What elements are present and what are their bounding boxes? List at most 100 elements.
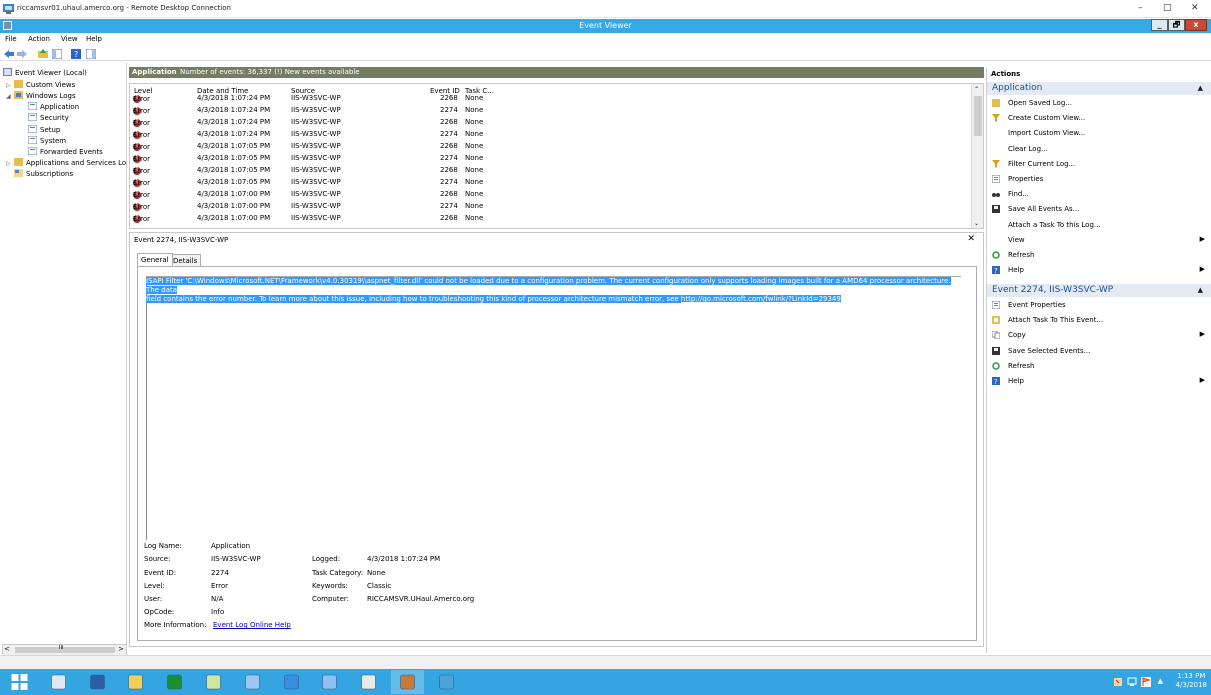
scroll-left-icon[interactable]: < bbox=[4, 645, 10, 653]
menu-view[interactable]: View bbox=[61, 35, 78, 43]
taskbar-components-button[interactable] bbox=[430, 670, 463, 694]
table-row[interactable]: Error4/3/2018 1:07:24 PMIIS-W3SVC-WP2274… bbox=[130, 105, 968, 117]
scroll-down-icon[interactable]: ⌄ bbox=[974, 220, 979, 227]
expand-arrow-icon[interactable]: ▷ bbox=[6, 160, 12, 167]
table-row[interactable]: Error4/3/2018 1:07:00 PMIIS-W3SVC-WP2274… bbox=[130, 201, 968, 213]
taskbar-powershell-button[interactable] bbox=[81, 670, 114, 694]
folder-up-icon[interactable] bbox=[38, 49, 48, 59]
actions-section-event[interactable]: Event 2274, IIS-W3SVC-WP ▲ bbox=[987, 284, 1211, 297]
table-row[interactable]: Error4/3/2018 1:07:24 PMIIS-W3SVC-WP2268… bbox=[130, 117, 968, 129]
collapse-arrow-icon[interactable]: ◢ bbox=[6, 93, 12, 100]
row-source: IIS-W3SVC-WP bbox=[291, 166, 341, 174]
taskbar-ie-button[interactable] bbox=[275, 670, 308, 694]
action-refresh[interactable]: Refresh bbox=[987, 249, 1211, 263]
tree-item-windows-logs[interactable]: ◢ Windows Logs bbox=[6, 91, 76, 102]
row-date-time: 4/3/2018 1:07:00 PM bbox=[197, 202, 271, 210]
actions-section-application[interactable]: Application ▲ bbox=[987, 82, 1211, 95]
scroll-thumb[interactable] bbox=[974, 96, 982, 136]
expand-arrow-icon[interactable]: ▷ bbox=[6, 82, 12, 89]
rdc-maximize-button[interactable]: □ bbox=[1163, 3, 1172, 13]
action-attach-task-to-this-event[interactable]: Attach Task To This Event... bbox=[987, 314, 1211, 328]
subscriptions-icon bbox=[14, 169, 23, 177]
scroll-thumb[interactable]: III bbox=[15, 645, 115, 653]
taskbar-file-explorer-button[interactable] bbox=[119, 670, 152, 694]
action-center-flag-icon[interactable] bbox=[1141, 677, 1151, 687]
action-open-saved-log[interactable]: Open Saved Log... bbox=[987, 97, 1211, 111]
taskbar-server-manager-button[interactable] bbox=[42, 670, 75, 694]
tree-item-setup[interactable]: Setup bbox=[28, 125, 60, 136]
tree-item-subscriptions[interactable]: Subscriptions bbox=[14, 169, 73, 180]
action-find[interactable]: Find... bbox=[987, 188, 1211, 202]
action-help[interactable]: ? Help ▶ bbox=[987, 375, 1211, 389]
taskbar-remote-desktop-button[interactable] bbox=[236, 670, 269, 694]
maximize-button[interactable]: 🗗 bbox=[1168, 19, 1185, 31]
action-save-selected-events[interactable]: Save Selected Events... bbox=[987, 345, 1211, 359]
tree-item-application[interactable]: Application bbox=[28, 102, 79, 113]
taskbar-start-button[interactable] bbox=[3, 670, 36, 694]
action-import-custom-view[interactable]: Import Custom View... bbox=[987, 127, 1211, 141]
event-list[interactable]: Level Date and Time Source Event ID Task… bbox=[129, 83, 984, 229]
tray-chevron-icon[interactable]: ▲ bbox=[1158, 677, 1163, 685]
table-row[interactable]: Error4/3/2018 1:07:24 PMIIS-W3SVC-WP2268… bbox=[130, 93, 968, 105]
action-attach-a-task-to-this-log[interactable]: Attach a Task To this Log... bbox=[987, 219, 1211, 233]
collapse-icon[interactable]: ▲ bbox=[1198, 284, 1203, 297]
forward-arrow-icon[interactable] bbox=[17, 49, 27, 59]
event-message-link[interactable]: http://go.microsoft.com/fwlink/?LinkId=2… bbox=[680, 295, 841, 303]
minimize-button[interactable]: _ bbox=[1151, 19, 1168, 31]
tree-item-system[interactable]: System bbox=[28, 136, 66, 147]
row-source: IIS-W3SVC-WP bbox=[291, 130, 341, 138]
action-filter-current-log[interactable]: Filter Current Log... bbox=[987, 158, 1211, 172]
table-row[interactable]: Error4/3/2018 1:07:05 PMIIS-W3SVC-WP2268… bbox=[130, 165, 968, 177]
task-icon bbox=[992, 316, 1000, 325]
tree-item-custom-views[interactable]: ▷ Custom Views bbox=[6, 80, 75, 91]
tab-general[interactable]: General bbox=[137, 253, 173, 266]
collapse-icon[interactable]: ▲ bbox=[1198, 82, 1203, 95]
network-tray-icon[interactable] bbox=[1127, 677, 1137, 687]
table-row[interactable]: Error4/3/2018 1:07:00 PMIIS-W3SVC-WP2268… bbox=[130, 213, 968, 225]
table-row[interactable]: Error4/3/2018 1:07:05 PMIIS-W3SVC-WP2268… bbox=[130, 141, 968, 153]
action-properties[interactable]: Properties bbox=[987, 173, 1211, 187]
taskbar-event-viewer-button[interactable] bbox=[391, 670, 424, 694]
back-arrow-icon[interactable] bbox=[4, 49, 14, 59]
menu-file[interactable]: File bbox=[5, 35, 17, 43]
tree-item-applications-and-services[interactable]: ▷ Applications and Services Lo bbox=[6, 158, 126, 169]
action-clear-log[interactable]: Clear Log... bbox=[987, 143, 1211, 157]
action-save-all-events-as[interactable]: Save All Events As... bbox=[987, 203, 1211, 217]
scroll-up-icon[interactable]: ⌃ bbox=[974, 86, 979, 93]
tree-item-event-viewer[interactable]: Event Viewer (Local) bbox=[3, 68, 87, 79]
table-row[interactable]: Error4/3/2018 1:07:24 PMIIS-W3SVC-WP2274… bbox=[130, 129, 968, 141]
clock[interactable]: 1:13 PM 4/3/2018 bbox=[1176, 672, 1207, 690]
close-button[interactable]: x bbox=[1185, 19, 1207, 31]
show-hide-action-pane-icon[interactable] bbox=[86, 49, 96, 59]
action-create-custom-view[interactable]: Create Custom View... bbox=[987, 112, 1211, 126]
rdc-minimize-button[interactable]: – bbox=[1138, 3, 1143, 13]
action-help[interactable]: ? Help ▶ bbox=[987, 264, 1211, 278]
action-view[interactable]: View ▶ bbox=[987, 234, 1211, 248]
event-message-box[interactable] bbox=[146, 276, 961, 540]
taskbar-network-button[interactable] bbox=[197, 670, 230, 694]
action-refresh[interactable]: Refresh bbox=[987, 360, 1211, 374]
menu-help[interactable]: Help bbox=[86, 35, 102, 43]
menu-action[interactable]: Action bbox=[28, 35, 50, 43]
scroll-right-icon[interactable]: > bbox=[118, 645, 124, 653]
action-event-properties[interactable]: Event Properties bbox=[987, 299, 1211, 313]
table-row[interactable]: Error4/3/2018 1:07:05 PMIIS-W3SVC-WP2274… bbox=[130, 177, 968, 189]
help-icon[interactable]: ? bbox=[71, 49, 81, 59]
table-row[interactable]: Error4/3/2018 1:07:05 PMIIS-W3SVC-WP2274… bbox=[130, 153, 968, 165]
sound-tray-icon[interactable] bbox=[1113, 677, 1123, 687]
taskbar-control-panel-button[interactable] bbox=[313, 670, 346, 694]
taskbar-store-button[interactable] bbox=[158, 670, 191, 694]
tree-item-forwarded-events[interactable]: Forwarded Events bbox=[28, 147, 103, 158]
field-value-source: IIS-W3SVC-WP bbox=[211, 555, 261, 563]
taskbar-settings-button[interactable] bbox=[352, 670, 385, 694]
show-hide-console-tree-icon[interactable] bbox=[52, 49, 62, 59]
rdc-close-button[interactable]: ✕ bbox=[1191, 3, 1199, 13]
tree-item-security[interactable]: Security bbox=[28, 113, 69, 124]
event-message[interactable]: ISAPI Filter 'C:\Windows\Microsoft.NET\F… bbox=[146, 277, 956, 304]
event-log-online-help-link[interactable]: Event Log Online Help bbox=[213, 621, 291, 629]
event-list-scrollbar[interactable]: ⌃ ⌄ bbox=[971, 84, 983, 228]
table-row[interactable]: Error4/3/2018 1:07:00 PMIIS-W3SVC-WP2268… bbox=[130, 189, 968, 201]
close-detail-button[interactable]: ✕ bbox=[967, 234, 975, 244]
row-source: IIS-W3SVC-WP bbox=[291, 118, 341, 126]
action-copy[interactable]: Copy ▶ bbox=[987, 329, 1211, 343]
